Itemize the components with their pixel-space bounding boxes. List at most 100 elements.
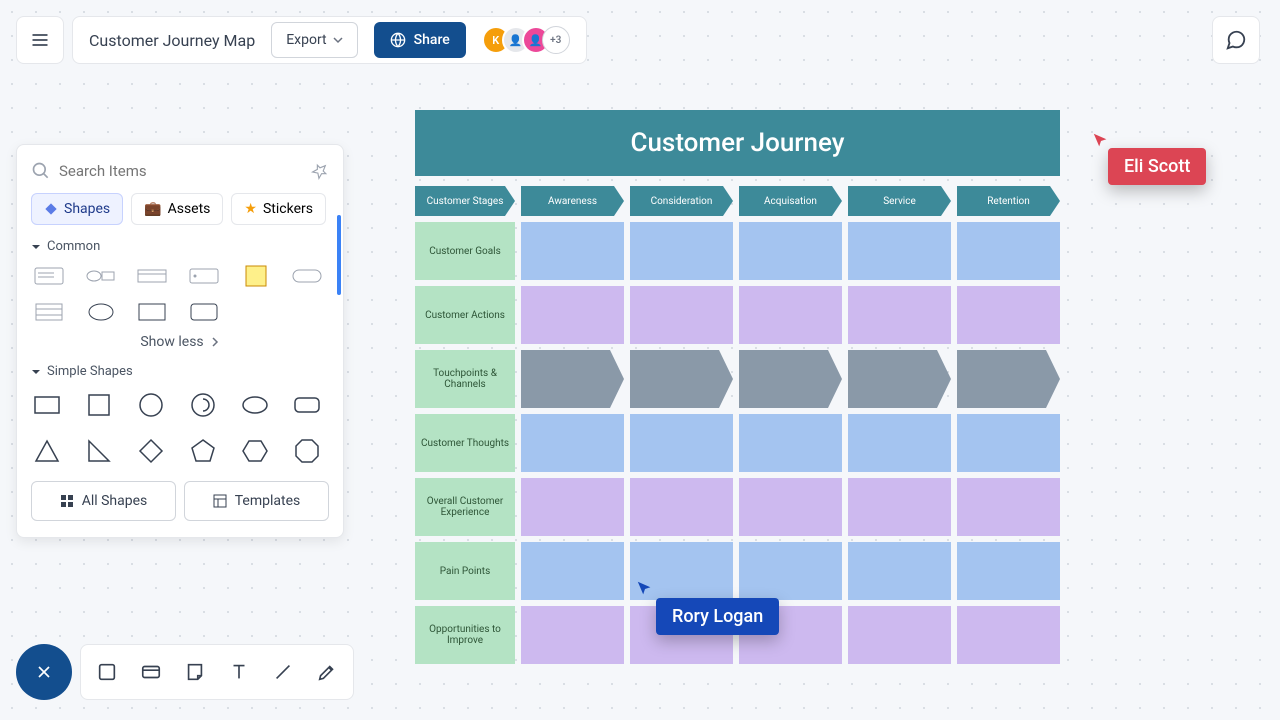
stage-header[interactable]: Consideration — [630, 186, 733, 216]
row-label[interactable]: Customer Thoughts — [415, 414, 515, 472]
share-button[interactable]: Share — [374, 22, 466, 58]
journey-cell[interactable] — [957, 542, 1060, 600]
journey-cell[interactable] — [630, 478, 733, 536]
shape-item[interactable] — [31, 300, 67, 324]
collaborator-avatars[interactable]: K 👤 👤 +3 — [482, 26, 570, 54]
stage-header[interactable]: Service — [848, 186, 951, 216]
journey-cell[interactable] — [521, 542, 624, 600]
canvas-content[interactable]: Customer Journey Customer StagesAwarenes… — [415, 110, 1060, 664]
shape-item[interactable] — [289, 264, 325, 288]
shape-item[interactable] — [83, 300, 119, 324]
close-panel-button[interactable] — [16, 644, 72, 700]
section-common[interactable]: Common — [31, 239, 329, 254]
caret-down-icon — [333, 35, 343, 45]
tab-stickers[interactable]: ★ Stickers — [231, 193, 326, 225]
journey-cell[interactable] — [957, 222, 1060, 280]
shape-circle[interactable] — [135, 389, 167, 421]
tool-card[interactable] — [137, 658, 165, 686]
journey-cell[interactable] — [521, 222, 624, 280]
journey-cell[interactable] — [739, 478, 842, 536]
show-less-button[interactable]: Show less — [31, 334, 329, 350]
shape-octagon[interactable] — [291, 435, 323, 467]
shape-item[interactable] — [134, 264, 170, 288]
journey-cell[interactable] — [957, 350, 1060, 408]
journey-cell[interactable] — [630, 350, 733, 408]
journey-cell[interactable] — [739, 286, 842, 344]
tool-highlight[interactable] — [313, 658, 341, 686]
journey-cell[interactable] — [630, 286, 733, 344]
shape-item[interactable] — [238, 264, 274, 288]
tool-rect[interactable] — [93, 658, 121, 686]
shape-rounded-rect[interactable] — [291, 389, 323, 421]
shape-item[interactable] — [31, 264, 67, 288]
journey-cell[interactable] — [848, 542, 951, 600]
journey-cell[interactable] — [739, 222, 842, 280]
journey-cell[interactable] — [848, 222, 951, 280]
journey-cell[interactable] — [739, 414, 842, 472]
journey-cell[interactable] — [521, 478, 624, 536]
journey-cell[interactable] — [848, 286, 951, 344]
shape-triangle[interactable] — [31, 435, 63, 467]
hamburger-menu-button[interactable] — [16, 16, 64, 64]
shape-square[interactable] — [83, 389, 115, 421]
chevron-right-icon — [210, 337, 220, 347]
journey-cell[interactable] — [739, 542, 842, 600]
stage-header[interactable]: Acquisation — [739, 186, 842, 216]
journey-cell[interactable] — [739, 350, 842, 408]
row-label[interactable]: Customer Actions — [415, 286, 515, 344]
row-label[interactable]: Customer Goals — [415, 222, 515, 280]
shape-diamond[interactable] — [135, 435, 167, 467]
tool-text[interactable] — [225, 658, 253, 686]
journey-cell[interactable] — [957, 286, 1060, 344]
document-title[interactable]: Customer Journey Map — [89, 31, 255, 50]
tool-line[interactable] — [269, 658, 297, 686]
templates-button[interactable]: Templates — [184, 481, 329, 521]
tab-assets[interactable]: 💼 Assets — [131, 193, 223, 225]
scrollbar[interactable] — [337, 215, 341, 477]
cursor-icon — [636, 580, 654, 598]
tool-note[interactable] — [181, 658, 209, 686]
journey-cell[interactable] — [957, 478, 1060, 536]
search-input[interactable] — [59, 162, 303, 180]
journey-cell[interactable] — [957, 606, 1060, 664]
all-shapes-button[interactable]: All Shapes — [31, 481, 176, 521]
section-simple-shapes[interactable]: Simple Shapes — [31, 364, 329, 379]
row-label[interactable]: Touchpoints & Channels — [415, 350, 515, 408]
export-button[interactable]: Export — [271, 22, 357, 58]
journey-cell[interactable] — [848, 350, 951, 408]
shape-item[interactable] — [83, 264, 119, 288]
journey-cell[interactable] — [521, 350, 624, 408]
stage-header[interactable]: Awareness — [521, 186, 624, 216]
journey-cell[interactable] — [630, 414, 733, 472]
avatar-count[interactable]: +3 — [542, 26, 570, 54]
shape-right-triangle[interactable] — [83, 435, 115, 467]
layout-icon — [213, 494, 227, 508]
diagram-title[interactable]: Customer Journey — [415, 110, 1060, 176]
tab-shapes[interactable]: Shapes — [31, 193, 123, 225]
journey-cell[interactable] — [521, 286, 624, 344]
shape-item[interactable] — [186, 300, 222, 324]
shape-pentagon[interactable] — [187, 435, 219, 467]
hamburger-icon — [30, 30, 50, 50]
journey-cell[interactable] — [630, 222, 733, 280]
journey-cell[interactable] — [848, 478, 951, 536]
journey-cell[interactable] — [848, 606, 951, 664]
journey-cell[interactable] — [521, 414, 624, 472]
triangle-down-icon — [31, 367, 41, 377]
row-label[interactable]: Overall Customer Experience — [415, 478, 515, 536]
shape-rectangle[interactable] — [31, 389, 63, 421]
journey-cell[interactable] — [521, 606, 624, 664]
shape-hexagon[interactable] — [239, 435, 271, 467]
row-label[interactable]: Opportunities to Improve — [415, 606, 515, 664]
row-label[interactable]: Pain Points — [415, 542, 515, 600]
shape-item[interactable] — [134, 300, 170, 324]
journey-cell[interactable] — [848, 414, 951, 472]
journey-cell[interactable] — [957, 414, 1060, 472]
stage-header[interactable]: Retention — [957, 186, 1060, 216]
stage-header[interactable]: Customer Stages — [415, 186, 515, 216]
shape-item[interactable] — [186, 264, 222, 288]
comment-button[interactable] — [1212, 16, 1260, 64]
shape-donut[interactable] — [187, 389, 219, 421]
pin-icon[interactable] — [307, 158, 332, 183]
shape-ellipse[interactable] — [239, 389, 271, 421]
